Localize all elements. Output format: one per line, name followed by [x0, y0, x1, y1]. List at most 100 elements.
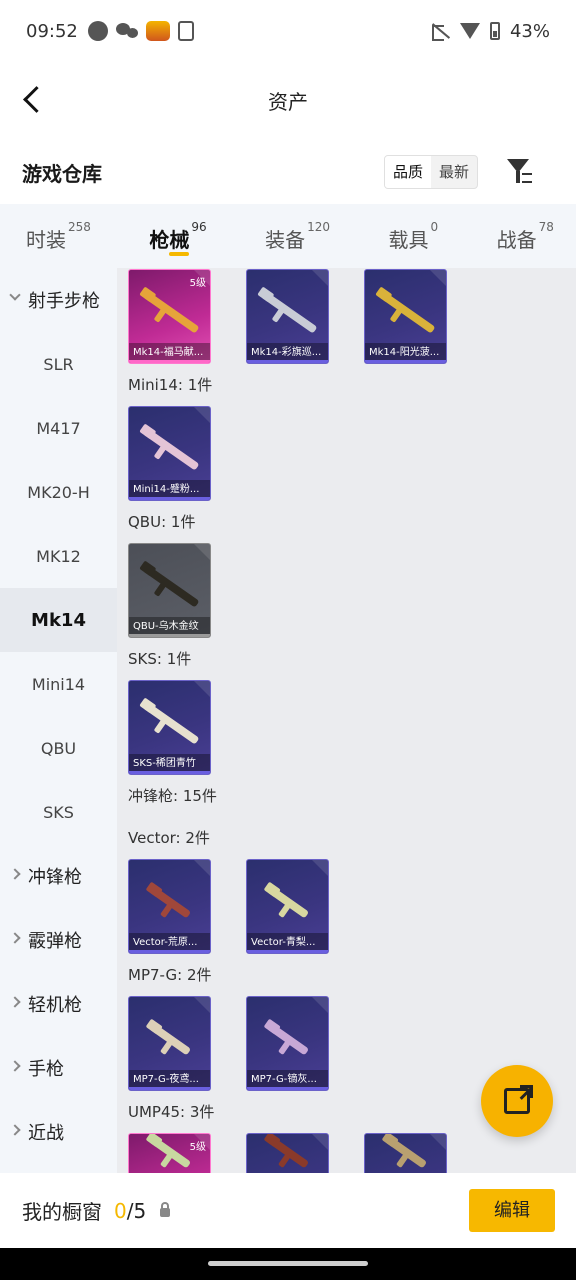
- sidebar-group-pistol[interactable]: 手枪: [0, 1036, 117, 1100]
- tab-label: 枪械: [149, 228, 190, 252]
- app-header: 资产: [0, 62, 576, 138]
- sort-latest-button[interactable]: 最新: [431, 156, 477, 188]
- skin-card[interactable]: Mk14-阳光菠...: [364, 269, 447, 364]
- sidebar-item-mk12[interactable]: MK12: [0, 524, 117, 588]
- skin-name: MP7-G-夜鸢...: [129, 1070, 210, 1090]
- smg-icon: [148, 885, 192, 919]
- edit-showcase-button[interactable]: 编辑: [469, 1189, 555, 1232]
- sidebar-group-melee[interactable]: 近战: [0, 1100, 117, 1164]
- qbu-section-title: QBU: 1件: [128, 513, 196, 531]
- card-corner-decoration: [312, 1134, 328, 1150]
- page-title: 资产: [268, 89, 308, 114]
- warehouse-header: 游戏仓库 品质 最新: [0, 150, 576, 194]
- smg-icon: [266, 1022, 310, 1056]
- skin-card[interactable]: [246, 1133, 329, 1173]
- sidebar-item-mk14[interactable]: Mk14: [0, 588, 117, 652]
- rifle-icon: [142, 427, 200, 471]
- rifle-icon: [142, 701, 200, 745]
- tab-label: 装备: [265, 228, 306, 252]
- mute-icon: [430, 22, 450, 41]
- tab-count: 258: [68, 220, 91, 234]
- warehouse-title: 游戏仓库: [22, 161, 102, 186]
- skin-card[interactable]: Mk14-彩旗巡...: [246, 269, 329, 364]
- sidebar-item-label: M417: [36, 418, 81, 438]
- skin-card[interactable]: SKS-稀团青竹: [128, 680, 211, 775]
- skin-card[interactable]: Vector-青梨...: [246, 859, 329, 954]
- mini14-skin-row: Mini14-蹙粉...: [117, 406, 576, 501]
- tab-supplies[interactable]: 战备 78: [497, 204, 554, 268]
- tab-weapons[interactable]: 枪械 96: [149, 204, 207, 268]
- showcase-bar: 我的橱窗 0/5 编辑: [0, 1173, 576, 1248]
- filter-lines-icon: [522, 173, 532, 183]
- tab-count: 0: [430, 220, 439, 234]
- game-app-icon: [145, 21, 170, 41]
- skin-card[interactable]: QBU-乌木金纹: [128, 543, 211, 638]
- sidebar-item-m417[interactable]: M417: [0, 396, 117, 460]
- skin-card[interactable]: Mini14-蹙粉...: [128, 406, 211, 501]
- showcase-count: 0/5: [114, 1199, 146, 1223]
- sidebar-item-qbu[interactable]: QBU: [0, 716, 117, 780]
- back-icon[interactable]: [22, 86, 44, 112]
- mp7-section-title: MP7-G: 2件: [128, 966, 212, 984]
- showcase-label: 我的橱窗: [22, 1200, 102, 1224]
- skin-card[interactable]: Vector-荒原...: [128, 859, 211, 954]
- sidebar-group-shotgun[interactable]: 霰弹枪: [0, 908, 117, 972]
- weapon-skin-list: 5级 Mk14-福马献... Mk14-彩旗巡... Mk14-阳光菠... M…: [117, 268, 576, 1173]
- skin-name: Mk14-彩旗巡...: [247, 343, 328, 363]
- smg-icon: [266, 1135, 310, 1169]
- rifle-icon: [142, 564, 200, 608]
- skin-name: Mk14-阳光菠...: [365, 343, 446, 363]
- sidebar-group-dmr[interactable]: 射手步枪: [0, 268, 117, 332]
- smg-icon: [384, 1135, 428, 1169]
- tab-label: 载具: [388, 228, 429, 252]
- skin-card[interactable]: 5级: [128, 1133, 211, 1173]
- skin-card[interactable]: [364, 1133, 447, 1173]
- rifle-icon: [260, 290, 318, 334]
- showcase-total-count: /5: [126, 1198, 147, 1223]
- tab-vehicles[interactable]: 载具 0: [389, 204, 439, 268]
- chevron-right-icon: [9, 1124, 21, 1136]
- sidebar-item-label: Mk14: [31, 609, 86, 631]
- skin-name: MP7-G-镝灰...: [247, 1070, 328, 1090]
- tab-count: 96: [191, 220, 207, 234]
- skin-level: 5级: [189, 1142, 206, 1153]
- sidebar-group-lmg[interactable]: 轻机枪: [0, 972, 117, 1036]
- sidebar-item-label: 手枪: [28, 1059, 64, 1080]
- sidebar-item-label: 射手步枪: [28, 291, 100, 312]
- mk14-skin-row: 5级 Mk14-福马献... Mk14-彩旗巡... Mk14-阳光菠...: [117, 269, 576, 364]
- card-corner-decoration: [194, 860, 210, 876]
- skin-card[interactable]: 5级 Mk14-福马献...: [128, 269, 211, 364]
- card-corner-decoration: [194, 681, 210, 697]
- vector-skin-row: Vector-荒原... Vector-青梨...: [117, 859, 576, 954]
- sidebar-group-smg[interactable]: 冲锋枪: [0, 844, 117, 908]
- active-tab-indicator: [169, 252, 190, 256]
- skin-name: QBU-乌木金纹: [129, 617, 210, 637]
- sort-quality-button[interactable]: 品质: [385, 156, 432, 188]
- showcase-current-count: 0: [114, 1198, 127, 1223]
- chevron-right-icon: [9, 868, 21, 880]
- card-corner-decoration: [194, 544, 210, 560]
- chevron-right-icon: [9, 1060, 21, 1072]
- skin-name: Mk14-福马献...: [129, 343, 210, 363]
- skin-card[interactable]: MP7-G-镝灰...: [246, 996, 329, 1091]
- sidebar-item-label: SKS: [43, 802, 74, 822]
- chevron-down-icon: [9, 289, 21, 301]
- sidebar-item-slr[interactable]: SLR: [0, 332, 117, 396]
- card-corner-decoration: [194, 997, 210, 1013]
- tab-label: 战备: [496, 228, 537, 252]
- battery-level: 43%: [509, 20, 550, 42]
- skin-name: SKS-稀团青竹: [129, 754, 210, 774]
- status-bar: 09:52 43%: [0, 0, 576, 62]
- sidebar-item-mk20h[interactable]: MK20-H: [0, 460, 117, 524]
- share-button[interactable]: [481, 1065, 553, 1137]
- home-gesture-handle[interactable]: [208, 1261, 368, 1266]
- card-corner-decoration: [312, 997, 328, 1013]
- sidebar-item-label: Mini14: [31, 674, 86, 694]
- sidebar-item-sks[interactable]: SKS: [0, 780, 117, 844]
- share-external-icon: [504, 1085, 533, 1114]
- tab-equipment[interactable]: 装备 120: [265, 204, 330, 268]
- tab-outfits[interactable]: 时装 258: [26, 204, 91, 268]
- smg-icon: [148, 1135, 192, 1169]
- sidebar-item-mini14[interactable]: Mini14: [0, 652, 117, 716]
- skin-card[interactable]: MP7-G-夜鸢...: [128, 996, 211, 1091]
